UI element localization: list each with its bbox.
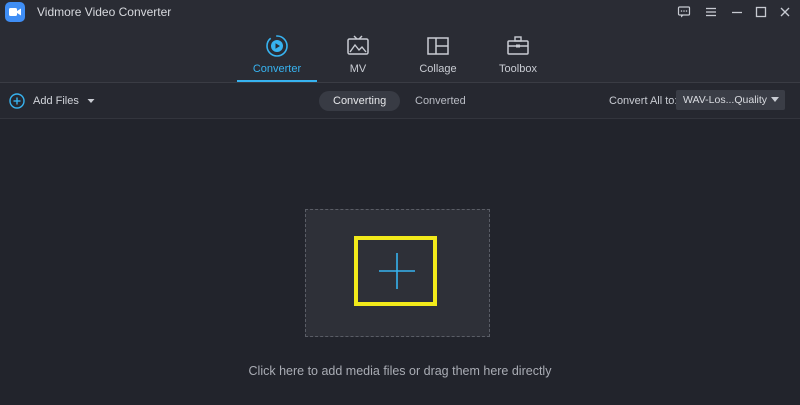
collage-icon xyxy=(426,34,450,58)
output-format-select[interactable]: WAV-Los...Quality xyxy=(676,90,785,110)
menu-icon[interactable] xyxy=(702,3,720,21)
tab-label: Collage xyxy=(419,63,457,75)
tab-converted[interactable]: Converted xyxy=(401,91,480,111)
mv-icon xyxy=(346,34,370,58)
app-title: Vidmore Video Converter xyxy=(37,5,172,19)
minimize-icon[interactable] xyxy=(728,3,746,21)
plus-icon[interactable] xyxy=(377,251,417,291)
tab-converting[interactable]: Converting xyxy=(319,91,401,111)
add-files-button[interactable]: Add Files xyxy=(9,92,96,110)
output-format-value: WAV-Los...Quality xyxy=(683,94,768,106)
add-circle-icon xyxy=(9,93,25,109)
convert-all-label: Convert All to: xyxy=(609,95,678,107)
tab-converter[interactable]: Converter xyxy=(237,24,317,82)
close-icon[interactable] xyxy=(776,3,794,21)
maximize-icon[interactable] xyxy=(752,3,770,21)
tab-mv[interactable]: MV xyxy=(318,24,398,82)
add-files-label: Add Files xyxy=(33,95,79,107)
toolbar-divider xyxy=(0,118,800,119)
tab-label: MV xyxy=(349,63,367,75)
app-logo-icon xyxy=(5,2,25,22)
toolbar: Add Files Converting Converted Convert A… xyxy=(0,83,800,118)
toolbox-icon xyxy=(506,34,530,58)
feedback-icon[interactable] xyxy=(675,3,693,21)
chevron-down-icon xyxy=(771,97,779,102)
dropzone-hint: Click here to add media files or drag th… xyxy=(248,364,552,378)
tab-label: Converter xyxy=(252,63,302,75)
tab-collage[interactable]: Collage xyxy=(398,24,478,82)
tab-label: Toolbox xyxy=(499,63,537,75)
chevron-down-icon[interactable] xyxy=(86,96,96,106)
converter-icon xyxy=(265,34,289,58)
tab-toolbox[interactable]: Toolbox xyxy=(478,24,558,82)
main-nav: Converter MV Collage Toolbox xyxy=(0,24,800,82)
title-bar: Vidmore Video Converter xyxy=(0,0,800,24)
